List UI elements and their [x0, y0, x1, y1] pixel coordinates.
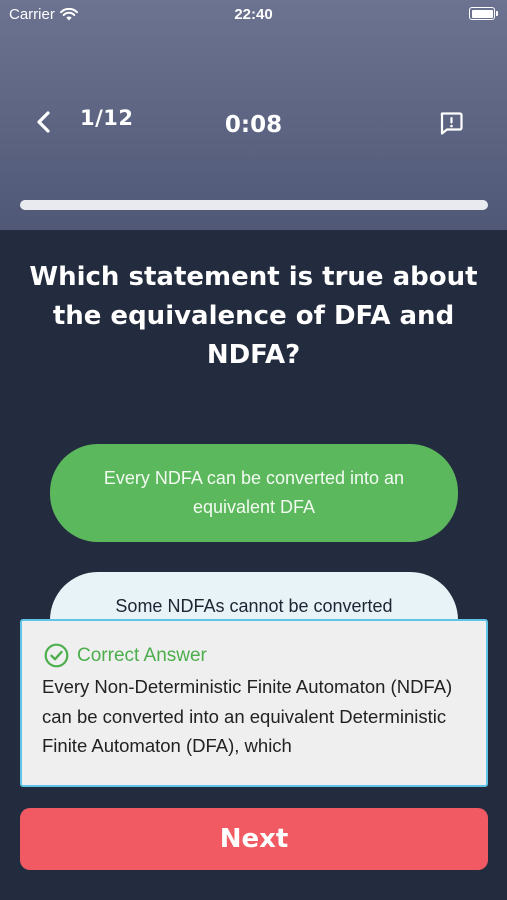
- report-button[interactable]: [438, 110, 464, 136]
- answer-title: Correct Answer: [77, 644, 207, 666]
- quiz-timer: 0:08: [224, 112, 283, 138]
- answer-explanation: Every Non-Deterministic Finite Automaton…: [42, 676, 453, 756]
- report-icon: [440, 112, 463, 135]
- battery-icon: [469, 7, 498, 20]
- quiz-progress-bar: [20, 200, 488, 210]
- status-bar: Carrier 22:40: [0, 0, 507, 28]
- header-bar: Carrier 22:40 1/12 0:08: [0, 0, 507, 230]
- option-label: Some NDFAs cannot be converted: [115, 596, 393, 616]
- check-circle-icon: [44, 643, 69, 668]
- status-time: 22:40: [234, 6, 273, 23]
- quiz-progress-fill: [20, 200, 488, 210]
- next-button[interactable]: Next: [20, 808, 488, 870]
- option-correct[interactable]: Every NDFA can be converted into an equi…: [50, 444, 458, 542]
- option-label: Every NDFA can be converted into an equi…: [103, 468, 405, 517]
- answer-header: Correct Answer: [44, 643, 207, 668]
- question-text: Which statement is true about the equiva…: [29, 262, 478, 370]
- correct-answer-panel: Correct Answer Every Non-Deterministic F…: [20, 619, 488, 787]
